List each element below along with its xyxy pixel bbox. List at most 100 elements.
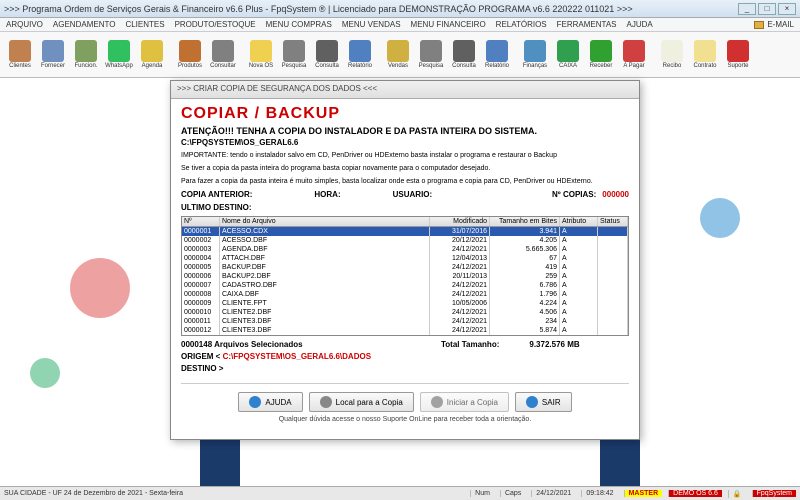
menu-agendamento[interactable]: AGENDAMENTO (53, 20, 116, 29)
minimize-button[interactable]: _ (738, 3, 756, 15)
table-row[interactable]: 0000008CAIXA.DBF24/12/20211.796A (182, 290, 628, 299)
check-icon (431, 396, 443, 408)
dialog-warning: ATENÇÃO!!! TENHA A COPIA DO INSTALADOR E… (181, 126, 629, 136)
toolbar-contrato[interactable]: Contrato (689, 34, 721, 75)
menu-ajuda[interactable]: AJUDA (627, 20, 653, 29)
email-icon (754, 21, 764, 29)
status-date-long: SUA CIDADE - UF 24 de Dezembro de 2021 -… (4, 490, 183, 497)
table-header: Nº Nome do Arquivo Modificado Tamanho em… (182, 217, 628, 227)
menu-arquivo[interactable]: ARQUIVO (6, 20, 43, 29)
toolbar-whatsapp[interactable]: WhatsApp (103, 34, 135, 75)
toolbar-vendas[interactable]: Vendas (382, 34, 414, 75)
toolbar-caixa[interactable]: CAIXA (552, 34, 584, 75)
table-row[interactable]: 0000002ACESSO.DBF20/12/20214.205A (182, 236, 628, 245)
dialog-heading: COPIAR / BACKUP (181, 105, 629, 123)
toolbar-icon (250, 40, 272, 62)
toolbar-icon (694, 40, 716, 62)
toolbar-icon (524, 40, 546, 62)
menu-compras[interactable]: MENU COMPRAS (266, 20, 332, 29)
toolbar-icon (590, 40, 612, 62)
toolbar-finanças[interactable]: Finanças (519, 34, 551, 75)
toolbar-recibo[interactable]: Recibo (656, 34, 688, 75)
exit-icon (526, 396, 538, 408)
window-controls: _ □ × (738, 3, 796, 15)
table-row[interactable]: 0000011CLIENTE3.DBF24/12/2021234A (182, 317, 628, 326)
toolbar-icon (108, 40, 130, 62)
menu-ferramentas[interactable]: FERRAMENTAS (557, 20, 617, 29)
table-row[interactable]: 0000003AGENDA.DBF24/12/20215.665.306A (182, 245, 628, 254)
table-row[interactable]: 0000010CLIENTE2.DBF24/12/20214.506A (182, 308, 628, 317)
origem-label: ORIGEM < (181, 352, 220, 361)
lbl-copia-anterior: COPIA ANTERIOR: (181, 190, 252, 199)
statusbar: SUA CIDADE - UF 24 de Dezembro de 2021 -… (0, 486, 800, 500)
lbl-hora: HORA: (314, 190, 340, 199)
table-row[interactable]: 0000009CLIENTE.FPT10/05/20064.224A (182, 299, 628, 308)
status-icon: 🔒 (728, 490, 746, 498)
lbl-usuario: USUARIO: (393, 190, 433, 199)
destino-label: DESTINO > (181, 364, 223, 373)
files-table[interactable]: Nº Nome do Arquivo Modificado Tamanho em… (181, 216, 629, 336)
window-title: >>> Programa Ordem de Serviços Gerais & … (4, 4, 738, 14)
sair-button[interactable]: SAIR (515, 392, 572, 412)
menu-clientes[interactable]: CLIENTES (125, 20, 164, 29)
toolbar-consultar[interactable]: Consultar (207, 34, 239, 75)
toolbar-relatório[interactable]: Relatório (344, 34, 376, 75)
toolbar-fornecer[interactable]: Fornecer (37, 34, 69, 75)
iniciar-button[interactable]: Iniciar a Copia (420, 392, 509, 412)
total-size-label: Total Tamanho: (441, 340, 499, 349)
table-row[interactable]: 0000013CLIENTES.DBF24/12/202124.218A (182, 335, 628, 336)
toolbar-icon (141, 40, 163, 62)
maximize-button[interactable]: □ (758, 3, 776, 15)
window-titlebar: >>> Programa Ordem de Serviços Gerais & … (0, 0, 800, 18)
status-num: Num (470, 490, 494, 497)
status-date: 24/12/2021 (531, 490, 575, 497)
toolbar-pesquisa[interactable]: Pesquisa (278, 34, 310, 75)
toolbar-icon (75, 40, 97, 62)
menu-relatorios[interactable]: RELATÓRIOS (496, 20, 547, 29)
toolbar-receber[interactable]: Receber (585, 34, 617, 75)
table-row[interactable]: 0000001ACESSO.CDX31/07/20163.941A (182, 227, 628, 236)
deco-circle (30, 358, 60, 388)
deco-circle (70, 258, 130, 318)
menu-vendas[interactable]: MENU VENDAS (342, 20, 401, 29)
toolbar: ClientesFornecerFuncion.WhatsAppAgendaPr… (0, 32, 800, 78)
toolbar-suporte[interactable]: Suporte (722, 34, 754, 75)
toolbar-icon (42, 40, 64, 62)
status-brand: FpqSystem (752, 490, 796, 497)
toolbar-pesquisa[interactable]: Pesquisa (415, 34, 447, 75)
note-3: Para fazer a copia da pasta inteira é mu… (181, 177, 629, 186)
dialog-title: >>> CRIAR COPIA DE SEGURANÇA DOS DADOS <… (171, 81, 639, 99)
ajuda-button[interactable]: AJUDA (238, 392, 302, 412)
local-button[interactable]: Local para a Copia (309, 392, 414, 412)
toolbar-nova os[interactable]: Nova OS (245, 34, 277, 75)
toolbar-icon (453, 40, 475, 62)
toolbar-a pagar[interactable]: A Pagar (618, 34, 650, 75)
system-path: C:\FPQSYSTEM\OS_GERAL6.6 (181, 138, 629, 147)
close-button[interactable]: × (778, 3, 796, 15)
menu-financeiro[interactable]: MENU FINANCEIRO (411, 20, 486, 29)
email-button[interactable]: E-MAIL (754, 20, 794, 29)
status-caps: Caps (500, 490, 525, 497)
toolbar-agenda[interactable]: Agenda (136, 34, 168, 75)
table-row[interactable]: 0000005BACKUP.DBF24/12/2021419A (182, 263, 628, 272)
toolbar-funcion.[interactable]: Funcion. (70, 34, 102, 75)
toolbar-icon (9, 40, 31, 62)
dialog-footer: Qualquer dúvida acesse o nosso Suporte O… (181, 416, 629, 423)
table-row[interactable]: 0000012CLIENTE3.DBF24/12/20215.874A (182, 326, 628, 335)
toolbar-icon (212, 40, 234, 62)
menu-produto[interactable]: PRODUTO/ESTOQUE (175, 20, 256, 29)
folder-icon (320, 396, 332, 408)
toolbar-icon (727, 40, 749, 62)
toolbar-icon (661, 40, 683, 62)
toolbar-clientes[interactable]: Clientes (4, 34, 36, 75)
toolbar-relatório[interactable]: Relatório (481, 34, 513, 75)
table-row[interactable]: 0000004ATTACH.DBF12/04/201367A (182, 254, 628, 263)
toolbar-icon (420, 40, 442, 62)
toolbar-icon (349, 40, 371, 62)
toolbar-consulta[interactable]: Consulta (311, 34, 343, 75)
toolbar-consulta[interactable]: Consulta (448, 34, 480, 75)
toolbar-produtos[interactable]: Produtos (174, 34, 206, 75)
toolbar-icon (486, 40, 508, 62)
table-row[interactable]: 0000006BACKUP2.DBF20/11/2013259A (182, 272, 628, 281)
table-row[interactable]: 0000007CADASTRO.DBF24/12/20216.786A (182, 281, 628, 290)
